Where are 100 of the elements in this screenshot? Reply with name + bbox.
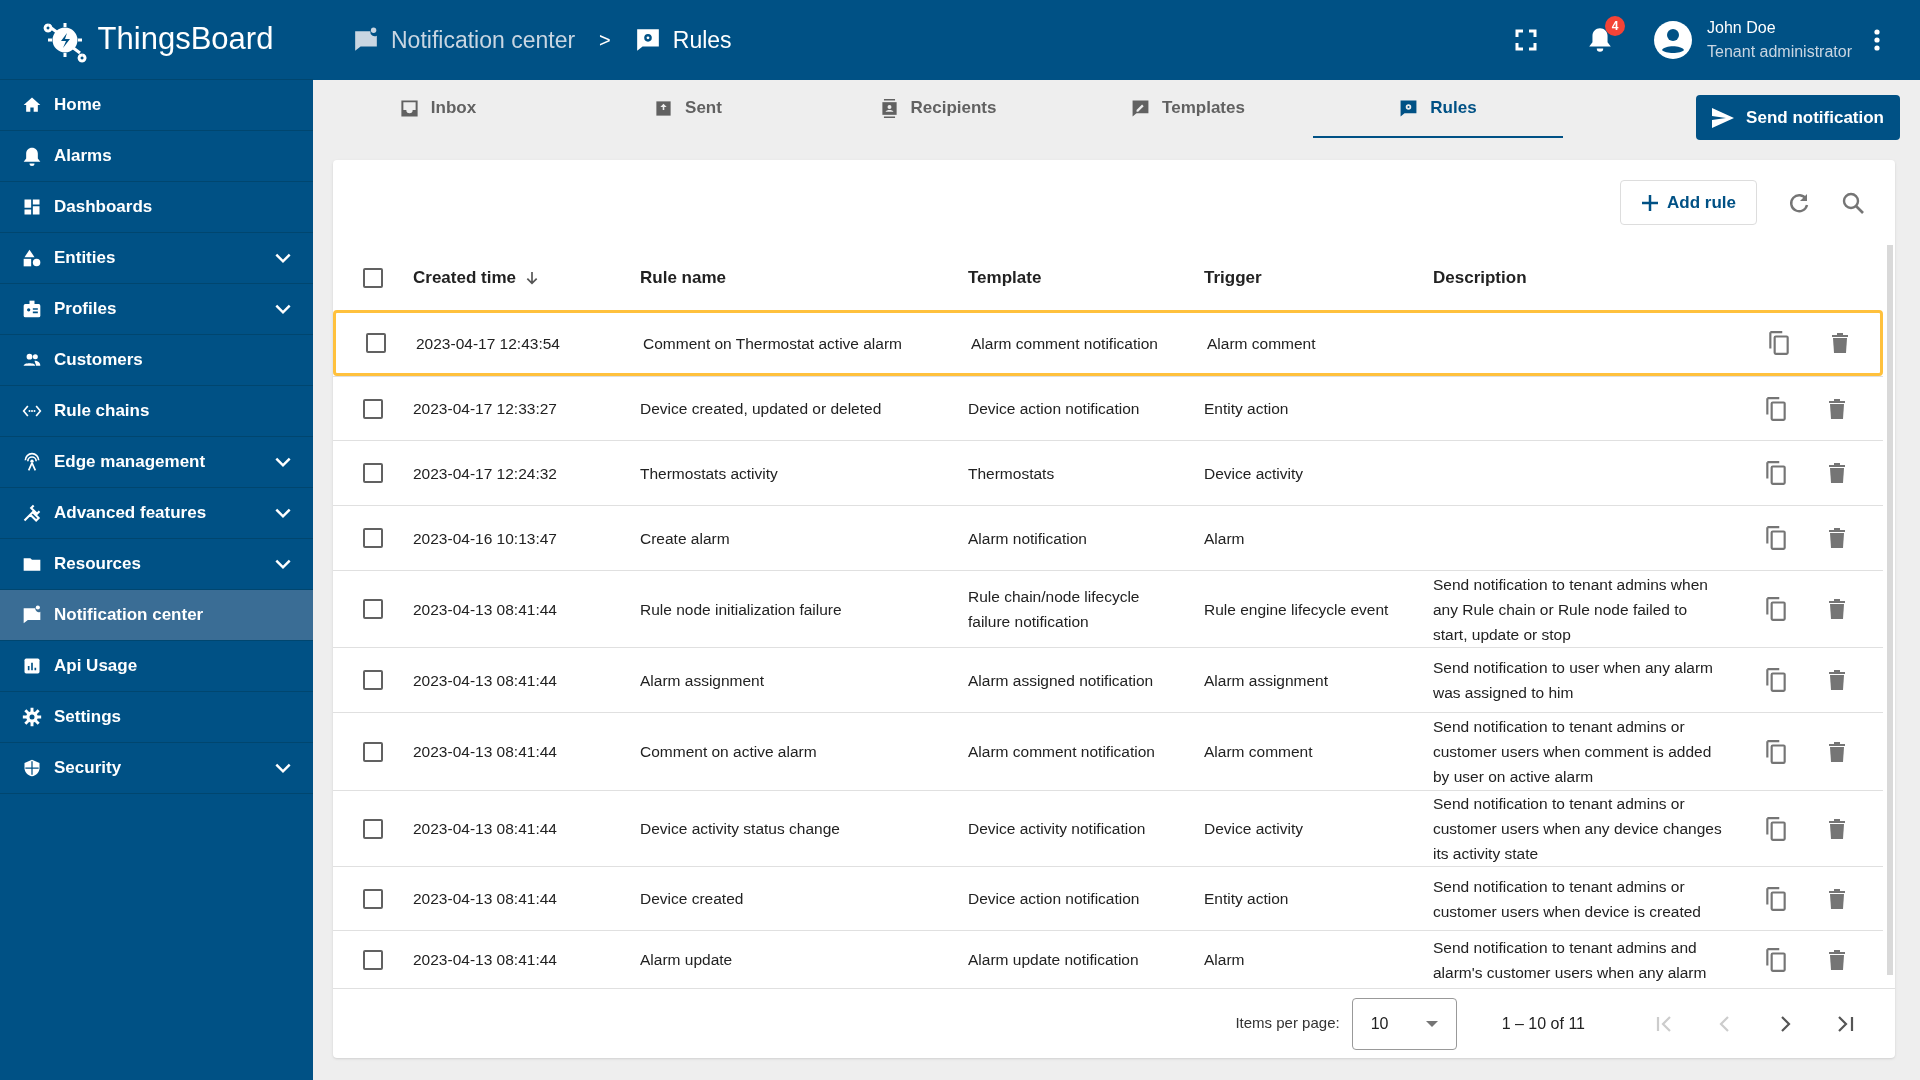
sidebar-item[interactable]: Settings	[0, 692, 313, 743]
items-per-page-label: Items per page:	[1235, 1013, 1340, 1034]
chat-icon	[22, 605, 42, 625]
plus-icon	[1641, 193, 1660, 212]
checkbox[interactable]	[363, 599, 383, 619]
sidebar-item[interactable]: Api Usage	[0, 641, 313, 692]
table-row[interactable]: 2023-04-17 12:24:32 Thermostats activity Thermostats Device activity	[333, 440, 1883, 505]
breadcrumb-link[interactable]: Rules	[634, 22, 732, 58]
copy-icon[interactable]	[1763, 394, 1789, 423]
table-cell: 2023-04-17 12:33:27	[413, 400, 557, 417]
breadcrumb-link[interactable]: Notification center	[353, 22, 576, 58]
sidebar-item[interactable]: Entities	[0, 233, 313, 284]
checkbox[interactable]	[363, 528, 383, 548]
sort-down-arrow-icon[interactable]	[524, 269, 540, 286]
chat-gear-icon	[1399, 98, 1419, 118]
badge-icon	[22, 299, 42, 319]
sidebar-item[interactable]: Security	[0, 743, 313, 794]
checkbox[interactable]	[363, 888, 383, 909]
column-header: Template	[968, 266, 1042, 289]
bar-chart-icon	[22, 656, 42, 676]
table-cell: Alarm comment notification	[971, 334, 1158, 352]
checkbox[interactable]	[363, 670, 383, 690]
checkbox[interactable]	[363, 398, 383, 419]
tab[interactable]: Inbox	[313, 80, 563, 138]
tab[interactable]: Sent	[563, 80, 813, 138]
table-row[interactable]: 2023-04-13 08:41:44 Alarm assignment Alarm assigned notification Alarm assignment Send notification to user when any alarm was assigned to him	[333, 647, 1883, 712]
sidebar-item[interactable]: Home	[0, 80, 313, 131]
user-name: John Doe	[1707, 18, 1777, 38]
table-cell: Entity action	[1204, 890, 1289, 907]
copy-icon[interactable]	[1766, 329, 1792, 357]
user-role: Tenant administrator	[1707, 42, 1852, 62]
copy-icon[interactable]	[1763, 666, 1789, 694]
table-cell: 2023-04-13 08:41:44	[413, 671, 557, 689]
tab[interactable]: Recipients	[813, 80, 1063, 138]
table-cell: 2023-04-13 08:41:44	[413, 951, 557, 968]
table-cell: Send notification to tenant admins or customer users when device is created	[1433, 877, 1701, 920]
table-cell: Alarm	[1204, 529, 1245, 547]
table-row[interactable]: 2023-04-13 08:41:44 Comment on active alarm Alarm comment notification Alarm comment Send notification to tenant admins or customer users when comment is added by user on active alarm	[333, 712, 1883, 790]
column-header[interactable]: Created time	[413, 264, 516, 291]
app-logo-text: ThingsBoard	[97, 20, 274, 59]
table-cell: 2023-04-13 08:41:44	[413, 820, 557, 837]
table-cell: Device activity notification	[968, 820, 1146, 837]
copy-icon[interactable]	[1763, 884, 1789, 913]
copy-icon[interactable]	[1763, 945, 1789, 974]
breadcrumb-separator: >	[599, 28, 611, 53]
chat-icon	[353, 27, 379, 53]
sidebar-item[interactable]: Alarms	[0, 131, 313, 182]
table-row[interactable]: 2023-04-13 08:41:44 Device activity status change Device activity notification Device activity Send notification to tenant admins or customer users when any device changes its activity state	[333, 790, 1883, 866]
column-header: Rule name	[640, 266, 726, 289]
table-cell: Thermostats	[968, 464, 1055, 482]
fullscreen-icon[interactable]	[1515, 29, 1538, 51]
copy-icon[interactable]	[1763, 814, 1789, 843]
sidebar-item[interactable]: Advanced features	[0, 488, 313, 539]
tab[interactable]: Templates	[1063, 80, 1313, 138]
dropdown-icon	[1425, 1020, 1438, 1027]
tab[interactable]: Rules	[1313, 80, 1563, 138]
avatar-icon[interactable]	[1653, 20, 1694, 60]
checkbox[interactable]	[363, 463, 383, 483]
shapes-icon	[22, 248, 42, 268]
inbox-icon	[399, 98, 419, 118]
sidebar-item[interactable]: Dashboards	[0, 182, 313, 233]
sidebar-item[interactable]: Rule chains	[0, 386, 313, 437]
copy-icon[interactable]	[1763, 595, 1789, 623]
checkbox[interactable]	[363, 267, 383, 288]
copy-icon[interactable]	[1763, 524, 1789, 552]
table-row[interactable]: 2023-04-13 08:41:44 Device created Device action notification Entity action Send notification to tenant admins or customer users when device is created	[333, 866, 1883, 930]
notification-badge: 4	[1605, 16, 1626, 36]
search-icon[interactable]	[1841, 190, 1865, 215]
checkbox[interactable]	[363, 818, 383, 839]
table-cell: 2023-04-13 08:41:44	[413, 600, 557, 618]
sidebar-item[interactable]: Customers	[0, 335, 313, 386]
table-row[interactable]: 2023-04-17 12:33:27 Device created, updated or deleted Device action notification Entity action	[333, 376, 1883, 440]
sidebar-item[interactable]: Profiles	[0, 284, 313, 335]
table-cell: 2023-04-17 12:24:32	[413, 464, 557, 482]
table-row[interactable]: 2023-04-17 12:43:54 Comment on Thermostat active alarm Alarm comment notification Alarm comment	[333, 310, 1883, 376]
table-row[interactable]: 2023-04-16 10:13:47 Create alarm Alarm notification Alarm	[333, 505, 1883, 570]
table-cell: Send notification to tenant admins when any Rule chain or Rule node failed to start, update or stop	[1433, 575, 1708, 643]
antenna-icon	[22, 452, 42, 472]
checkbox[interactable]	[366, 333, 386, 353]
copy-icon[interactable]	[1763, 737, 1789, 766]
checkbox[interactable]	[363, 949, 383, 970]
table-cell: 2023-04-17 12:43:54	[416, 334, 560, 352]
table-cell: Device activity status change	[640, 820, 840, 837]
table-cell: Alarm comment	[1207, 334, 1316, 352]
column-header: Trigger	[1204, 266, 1262, 289]
more-icon[interactable]	[1874, 29, 1880, 51]
table-cell: Comment on Thermostat active alarm	[643, 334, 902, 352]
send-notification-button[interactable]: Send notification	[1696, 95, 1900, 140]
table-cell: Alarm update notification	[968, 951, 1139, 968]
add-rule-button[interactable]: Add rule	[1620, 180, 1757, 225]
table-cell: Alarm assigned notification	[968, 671, 1154, 689]
sidebar-item[interactable]: Notification center	[0, 590, 313, 641]
last-page-icon[interactable]	[1836, 1014, 1854, 1033]
page-size-select[interactable]: 10	[1351, 997, 1457, 1050]
table-row[interactable]: 2023-04-13 08:41:44 Alarm update Alarm update notification Alarm Send notification to tenant admins and alarm's customer users when any alarm	[333, 930, 1883, 988]
copy-icon[interactable]	[1763, 459, 1789, 487]
table-cell: Rule node initialization failure	[640, 600, 842, 618]
table-cell: Device activity	[1204, 820, 1304, 837]
sidebar-item[interactable]: Edge management	[0, 437, 313, 488]
checkbox[interactable]	[363, 741, 383, 762]
